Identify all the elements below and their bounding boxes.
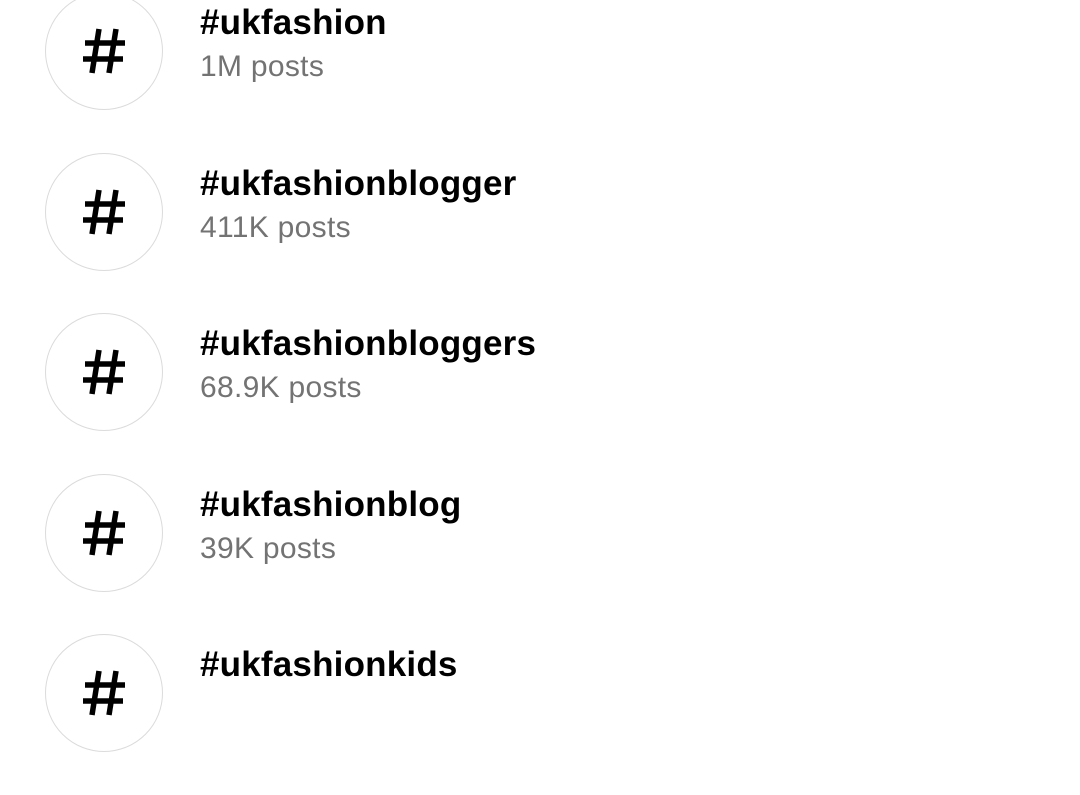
hashtag-avatar — [45, 634, 163, 752]
hashtag-results-list: #ukfashion 1M posts #ukfashionblogger 41… — [0, 0, 1080, 795]
hashtag-name: #ukfashionbloggers — [200, 324, 537, 363]
hashtag-result-row[interactable]: #ukfashion 1M posts — [0, 0, 1080, 153]
hashtag-icon — [83, 510, 125, 555]
hashtag-text-group: #ukfashionkids — [200, 644, 458, 691]
hashtag-text-group: #ukfashionbloggers 68.9K posts — [200, 323, 536, 406]
hashtag-avatar — [45, 473, 163, 592]
hashtag-avatar — [45, 152, 163, 271]
hashtag-name: #ukfashion — [200, 3, 387, 42]
hashtag-name: #ukfashionblog — [200, 484, 462, 524]
hashtag-avatar — [45, 0, 163, 110]
hashtag-icon — [83, 349, 125, 395]
hashtag-text-group: #ukfashionblog 39K posts — [200, 484, 461, 567]
hashtag-icon — [83, 28, 125, 74]
hashtag-name: #ukfashionkids — [200, 645, 458, 684]
hashtag-post-count: 1M posts — [200, 50, 325, 83]
hashtag-post-count: 39K posts — [200, 531, 337, 565]
hashtag-post-count: 68.9K posts — [200, 371, 362, 404]
hashtag-post-count: 411K posts — [200, 210, 351, 244]
hashtag-result-row[interactable]: #ukfashionblog 39K posts — [0, 473, 1080, 635]
hashtag-text-group: #ukfashion 1M posts — [200, 2, 387, 85]
hashtag-result-row[interactable]: #ukfashionbloggers 68.9K posts — [0, 313, 1080, 474]
hashtag-result-row[interactable]: #ukfashionkids — [0, 634, 1080, 795]
hashtag-avatar — [45, 313, 163, 431]
hashtag-result-row[interactable]: #ukfashionblogger 411K posts — [0, 152, 1080, 314]
hashtag-icon — [83, 189, 125, 234]
hashtag-name: #ukfashionblogger — [200, 163, 517, 203]
hashtag-text-group: #ukfashionblogger 411K posts — [200, 163, 517, 246]
